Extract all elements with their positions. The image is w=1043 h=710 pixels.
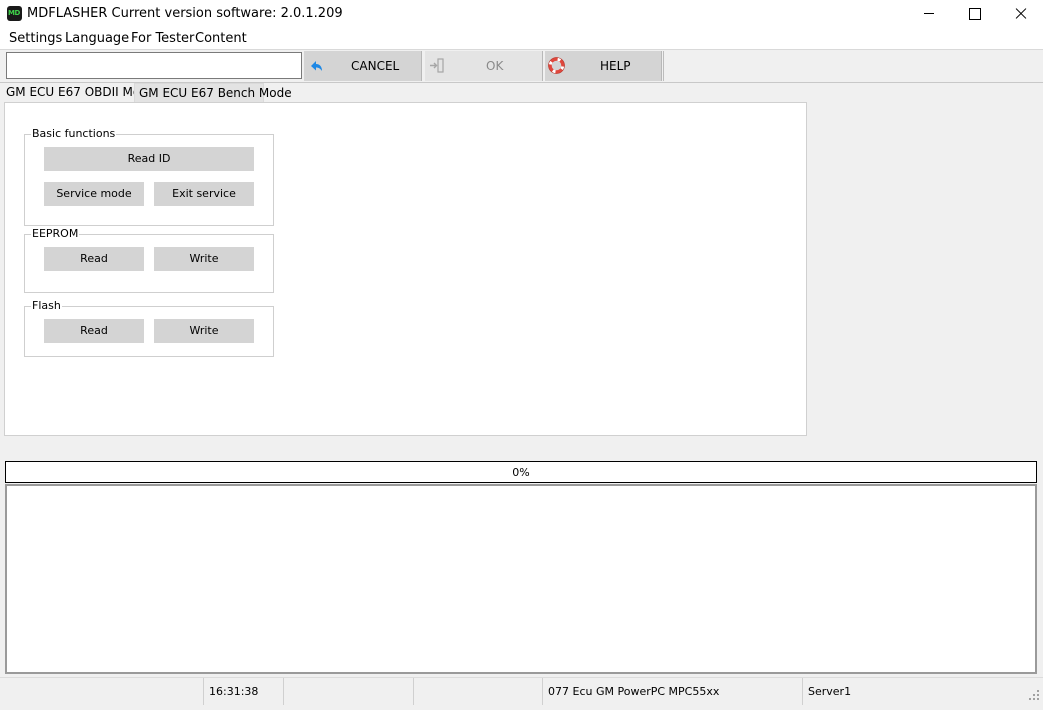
menu-for-tester[interactable]: For Tester	[131, 31, 194, 46]
eeprom-legend: EEPROM	[31, 227, 80, 240]
basic-functions-legend: Basic functions	[31, 127, 117, 140]
menu-content[interactable]: Content	[195, 31, 247, 46]
toolbar-separator	[663, 51, 664, 81]
progress-text: 0%	[512, 466, 530, 479]
app-icon: MD	[7, 6, 22, 21]
eeprom-write-button[interactable]: Write	[154, 247, 254, 271]
menu-language[interactable]: Language	[65, 31, 129, 46]
close-button[interactable]	[998, 0, 1043, 28]
lifebuoy-icon	[548, 57, 565, 74]
status-server: Server1	[802, 678, 1028, 705]
window-title: MDFLASHER Current version software: 2.0.…	[27, 6, 343, 21]
status-bar: 16:31:38 077 Ecu GM PowerPC MPC55xx Serv…	[0, 677, 1043, 705]
service-mode-button[interactable]: Service mode	[44, 182, 144, 206]
menu-bar: Settings Language For Tester Content	[0, 28, 1043, 49]
exit-service-button[interactable]: Exit service	[154, 182, 254, 206]
progress-bar: 0%	[5, 461, 1037, 483]
status-cell-empty-2	[283, 678, 413, 705]
toolbar: CANCEL OK HELP	[0, 49, 1043, 83]
exit-door-icon	[430, 58, 444, 73]
resize-grip-icon[interactable]	[1029, 690, 1039, 700]
help-label: HELP	[600, 59, 631, 73]
flash-group: Flash Read Write	[24, 299, 274, 357]
status-time: 16:31:38	[203, 678, 283, 705]
app-icon-text: MD	[8, 9, 20, 17]
tab-panel: Basic functions Read ID Service mode Exi…	[4, 102, 807, 436]
title-bar: MD MDFLASHER Current version software: 2…	[0, 0, 1043, 28]
basic-functions-group: Basic functions Read ID Service mode Exi…	[24, 127, 274, 226]
tab-obdii-mode[interactable]: GM ECU E67 OBDII Mode	[2, 83, 155, 102]
eeprom-group: EEPROM Read Write	[24, 227, 274, 293]
status-cell-empty-1	[0, 678, 203, 705]
cancel-button[interactable]: CANCEL	[304, 51, 422, 81]
minimize-button[interactable]	[906, 0, 952, 28]
status-ecu: 077 Ecu GM PowerPC MPC55xx	[542, 678, 802, 705]
menu-settings[interactable]: Settings	[9, 31, 62, 46]
read-id-button[interactable]: Read ID	[44, 147, 254, 171]
tab-bench-mode[interactable]: GM ECU E67 Bench Mode	[134, 83, 292, 102]
log-output[interactable]	[5, 484, 1037, 674]
flash-read-button[interactable]: Read	[44, 319, 144, 343]
status-cell-empty-3	[413, 678, 542, 705]
back-arrow-icon	[311, 61, 322, 71]
ok-button[interactable]: OK	[425, 51, 543, 81]
toolbar-input[interactable]	[6, 52, 302, 79]
cancel-label: CANCEL	[351, 59, 400, 73]
flash-legend: Flash	[31, 299, 62, 312]
help-button[interactable]: HELP	[545, 51, 662, 81]
ok-label: OK	[486, 59, 504, 73]
eeprom-read-button[interactable]: Read	[44, 247, 144, 271]
maximize-button[interactable]	[952, 0, 998, 28]
flash-write-button[interactable]: Write	[154, 319, 254, 343]
